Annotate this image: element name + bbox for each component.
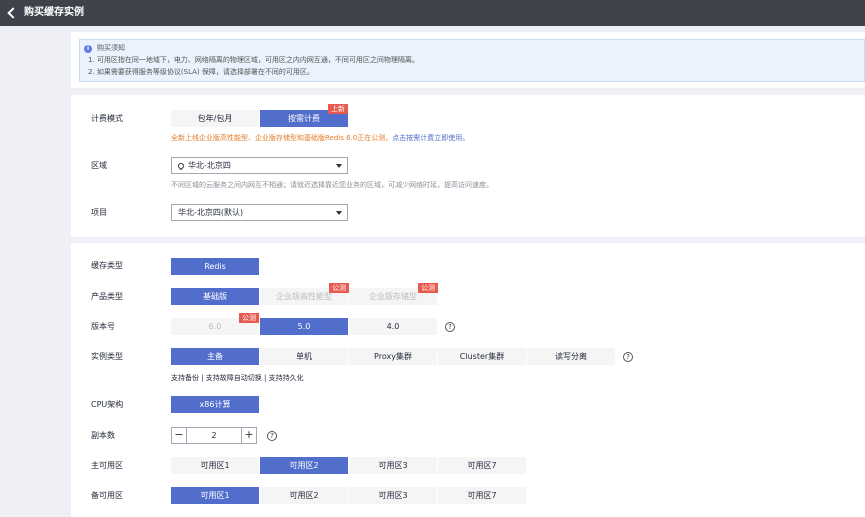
beta-badge: 公测 [329, 283, 349, 293]
primary-az-1-button[interactable]: 可用区1 [171, 457, 259, 474]
top-bar: 购买缓存实例 [0, 0, 865, 26]
region-value: 华北-北京四 [188, 161, 231, 170]
primary-az-7-button[interactable]: 可用区7 [438, 457, 526, 474]
instance-type-label: 实例类型 [91, 352, 123, 361]
billing-yearly-monthly-button[interactable]: 包年/包月 [171, 110, 259, 127]
beta-badge: 公测 [239, 313, 259, 323]
instance-features: 支持备份 | 支持故障自动切换 | 支持持久化 [171, 374, 304, 382]
region-hint: 不同区域的云服务之间内网互不相通；请就近选择靠近您业务的区域，可减少网络时延，提… [171, 181, 493, 189]
standby-az-2-button[interactable]: 可用区2 [260, 487, 348, 504]
cache-type-redis-button[interactable]: Redis [171, 258, 259, 275]
primary-az-2-button[interactable]: 可用区2 [260, 457, 348, 474]
standby-az-label: 备可用区 [91, 491, 123, 500]
version-4-button[interactable]: 4.0 [349, 318, 437, 335]
help-icon[interactable]: ? [267, 431, 277, 441]
chevron-down-icon [336, 164, 342, 168]
cpu-label: CPU架构 [91, 400, 124, 409]
replicas-label: 副本数 [91, 431, 115, 440]
promo-message: 全新上线企业版高性能型、企业版存储型和基础版Redis 6.0正在公测， [171, 134, 393, 142]
cpu-x86-button[interactable]: x86计算 [171, 396, 259, 413]
standby-az-3-button[interactable]: 可用区3 [349, 487, 437, 504]
notice-line-2: 2. 如果需要获得服务等级协议(SLA) 保障，请选择部署在不同的可用区。 [88, 68, 314, 76]
help-icon[interactable]: ? [623, 352, 633, 362]
notice-line-1: 1. 可用区指在同一地域下，电力、网络隔离的物理区域，可用区之内内网互通，不同可… [88, 56, 419, 64]
product-basic-button[interactable]: 基础版 [171, 288, 259, 305]
purchase-notice: i 购买须知 1. 可用区指在同一地域下，电力、网络隔离的物理区域，可用区之内内… [79, 39, 865, 82]
primary-az-label: 主可用区 [91, 461, 123, 470]
new-badge: 上新 [328, 104, 348, 114]
beta-badge: 公测 [418, 283, 438, 293]
region-select[interactable]: 华北-北京四 [171, 157, 348, 174]
project-value: 华北-北京四(默认) [178, 208, 244, 217]
instance-proxy-cluster-button[interactable]: Proxy集群 [349, 348, 437, 365]
version-5-button[interactable]: 5.0 [260, 318, 348, 335]
region-label: 区域 [91, 161, 107, 170]
project-select[interactable]: 华北-北京四(默认) [171, 204, 348, 221]
minus-icon[interactable]: − [171, 427, 187, 444]
standby-az-1-button[interactable]: 可用区1 [171, 487, 259, 504]
instance-single-button[interactable]: 单机 [260, 348, 348, 365]
instance-master-standby-button[interactable]: 主备 [171, 348, 259, 365]
instance-rw-split-button[interactable]: 读写分离 [527, 348, 615, 365]
chevron-down-icon [336, 211, 342, 215]
promo-link[interactable]: 点击按需计费立即使用。 [392, 134, 469, 142]
promo-text: 全新上线企业版高性能型、企业版存储型和基础版Redis 6.0正在公测，点击按需… [171, 133, 469, 143]
page-title: 购买缓存实例 [24, 7, 84, 18]
info-icon: i [84, 45, 92, 53]
product-type-label: 产品类型 [91, 292, 123, 301]
billing-mode-label: 计费模式 [91, 114, 123, 123]
back-arrow-icon[interactable] [5, 6, 19, 20]
notice-title: 购买须知 [97, 44, 125, 52]
instance-cluster-button[interactable]: Cluster集群 [438, 348, 526, 365]
primary-az-3-button[interactable]: 可用区3 [349, 457, 437, 474]
location-pin-icon [176, 161, 186, 171]
replicas-input[interactable]: 2 [187, 427, 241, 444]
project-label: 项目 [91, 208, 107, 217]
cache-type-label: 缓存类型 [91, 261, 123, 270]
plus-icon[interactable]: + [241, 427, 257, 444]
help-icon[interactable]: ? [445, 322, 455, 332]
version-label: 版本号 [91, 322, 115, 331]
standby-az-7-button[interactable]: 可用区7 [438, 487, 526, 504]
